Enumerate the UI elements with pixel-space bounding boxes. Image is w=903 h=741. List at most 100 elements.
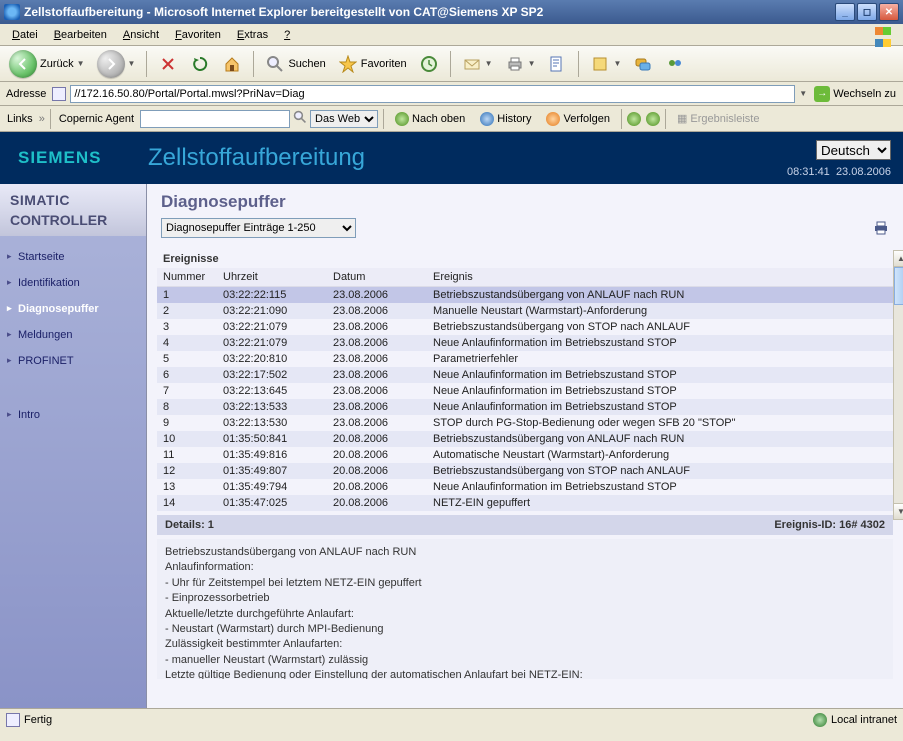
- siemens-header: SIEMENS Zellstoffaufbereitung Deutsch 08…: [0, 132, 903, 184]
- sidebar-item-intro[interactable]: Intro: [0, 402, 146, 428]
- address-bar: Adresse ▼ → Wechseln zu: [0, 82, 903, 106]
- nav-next-icon[interactable]: [646, 112, 660, 126]
- edit-button[interactable]: [542, 50, 572, 78]
- favorites-button[interactable]: Favoriten: [333, 50, 412, 78]
- table-row[interactable]: 1101:35:49:81620.08.2006Automatische Neu…: [157, 447, 893, 463]
- back-button[interactable]: Zurück ▼: [4, 50, 90, 78]
- table-row[interactable]: 903:22:13:53023.08.2006STOP durch PG-Sto…: [157, 415, 893, 431]
- copernic-label: Copernic Agent: [56, 113, 137, 125]
- history-button[interactable]: [414, 50, 444, 78]
- timestamp: 08:31:41 23.08.2006: [787, 166, 891, 178]
- sidebar-title2: CONTROLLER: [0, 212, 146, 236]
- col-ereignis[interactable]: Ereignis: [427, 268, 893, 287]
- table-row[interactable]: 603:22:17:50223.08.2006Neue Anlaufinform…: [157, 367, 893, 383]
- research-button[interactable]: ▼: [585, 50, 626, 78]
- clock-icon: [480, 112, 494, 126]
- window-title: Zellstoffaufbereitung - Microsoft Intern…: [24, 5, 833, 19]
- table-row[interactable]: 1301:35:49:79420.08.2006Neue Anlaufinfor…: [157, 479, 893, 495]
- col-uhrzeit[interactable]: Uhrzeit: [217, 268, 327, 287]
- stop-button[interactable]: [153, 50, 183, 78]
- table-row[interactable]: 1201:35:49:80720.08.2006Betriebszustands…: [157, 463, 893, 479]
- chevron-icon[interactable]: »: [39, 113, 45, 125]
- printer-icon: [505, 54, 525, 74]
- star-icon: [338, 54, 358, 74]
- menu-datei[interactable]: Datei: [4, 27, 46, 43]
- home-icon: [222, 54, 242, 74]
- links-label: Links: [4, 113, 36, 125]
- sidebar-item-diagnosepuffer[interactable]: Diagnosepuffer: [0, 296, 146, 322]
- sidebar-item-meldungen[interactable]: Meldungen: [0, 322, 146, 348]
- book-icon: [590, 54, 610, 74]
- go-button[interactable]: → Wechseln zu: [811, 86, 899, 102]
- entries-filter-select[interactable]: Diagnosepuffer Einträge 1-250: [161, 218, 356, 238]
- col-datum[interactable]: Datum: [327, 268, 427, 287]
- minimize-button[interactable]: _: [835, 3, 855, 21]
- mail-icon: [462, 54, 482, 74]
- history-button2[interactable]: History: [474, 108, 537, 130]
- menu-bearbeiten[interactable]: Bearbeiten: [46, 27, 115, 43]
- close-button[interactable]: ✕: [879, 3, 899, 21]
- verfolgen-button[interactable]: Verfolgen: [540, 108, 615, 130]
- table-row[interactable]: 1401:35:47:02520.08.2006NETZ-EIN gepuffe…: [157, 495, 893, 511]
- track-icon: [546, 112, 560, 126]
- language-select[interactable]: Deutsch: [816, 140, 891, 160]
- sidebar-title1: SIMATIC: [0, 184, 146, 212]
- windows-logo-icon: [875, 26, 899, 44]
- ergebnisleiste-button[interactable]: ▦Ergebnisleiste: [671, 108, 766, 130]
- go-icon: →: [814, 86, 830, 102]
- print-button[interactable]: ▼: [500, 50, 541, 78]
- sidebar-item-startseite[interactable]: Startseite: [0, 244, 146, 270]
- details-body: Betriebszustandsübergang von ANLAUF nach…: [157, 539, 893, 679]
- address-input[interactable]: [70, 85, 795, 103]
- copernic-search-input[interactable]: [140, 110, 290, 128]
- refresh-button[interactable]: [185, 50, 215, 78]
- table-row[interactable]: 1001:35:50:84120.08.2006Betriebszustands…: [157, 431, 893, 447]
- discuss-button[interactable]: [628, 50, 658, 78]
- sidebar-item-profinet[interactable]: PROFINET: [0, 348, 146, 374]
- search-icon: [265, 54, 285, 74]
- ie-icon: [4, 4, 20, 20]
- links-toolbar: Links » Copernic Agent Das Web Nach oben…: [0, 106, 903, 132]
- home-button[interactable]: [217, 50, 247, 78]
- edit-icon: [547, 54, 567, 74]
- scroll-thumb[interactable]: [894, 267, 903, 305]
- sidebar-item-identifikation[interactable]: Identifikation: [0, 270, 146, 296]
- nav-prev-icon[interactable]: [627, 112, 641, 126]
- forward-button[interactable]: ▼: [92, 50, 141, 78]
- page-body: SIMATIC CONTROLLER StartseiteIdentifikat…: [0, 184, 903, 708]
- menu-favoriten[interactable]: Favoriten: [167, 27, 229, 43]
- main-content: Diagnosepuffer Diagnosepuffer Einträge 1…: [147, 184, 903, 708]
- search-button[interactable]: Suchen: [260, 50, 330, 78]
- menu-extras[interactable]: Extras: [229, 27, 276, 43]
- table-row[interactable]: 803:22:13:53323.08.2006Neue Anlaufinform…: [157, 399, 893, 415]
- details-header: Details: 1 Ereignis-ID: 16# 4302: [157, 515, 893, 535]
- search-scope-select[interactable]: Das Web: [310, 110, 378, 128]
- stop-icon: [158, 54, 178, 74]
- table-row[interactable]: 703:22:13:64523.08.2006Neue Anlaufinform…: [157, 383, 893, 399]
- event-id-label: Ereignis-ID: 16# 4302: [774, 519, 885, 531]
- table-row[interactable]: 203:22:21:09023.08.2006Manuelle Neustart…: [157, 303, 893, 319]
- page-title: Zellstoffaufbereitung: [148, 144, 885, 172]
- mail-button[interactable]: ▼: [457, 50, 498, 78]
- menu-ansicht[interactable]: Ansicht: [115, 27, 167, 43]
- table-row[interactable]: 503:22:20:81023.08.2006Parametrierfehler: [157, 351, 893, 367]
- table-row[interactable]: 303:22:21:07923.08.2006Betriebszustandsü…: [157, 319, 893, 335]
- search-go-icon[interactable]: [293, 110, 307, 127]
- messenger-button[interactable]: [660, 50, 690, 78]
- page-icon: [52, 87, 66, 101]
- menu-?[interactable]: ?: [276, 27, 298, 43]
- table-scrollbar[interactable]: ▲ ▼: [893, 250, 903, 520]
- table-row[interactable]: 103:22:22:11523.08.2006Betriebszustandsü…: [157, 287, 893, 304]
- scroll-up-icon[interactable]: ▲: [894, 251, 903, 267]
- chevron-down-icon[interactable]: ▼: [799, 89, 807, 98]
- col-nummer[interactable]: Nummer: [157, 268, 217, 287]
- chevron-down-icon: ▼: [128, 59, 136, 68]
- forward-icon: [97, 50, 125, 78]
- table-row[interactable]: 403:22:21:07923.08.2006Neue Anlaufinform…: [157, 335, 893, 351]
- maximize-button[interactable]: ◻: [857, 3, 877, 21]
- nach-oben-button[interactable]: Nach oben: [389, 108, 471, 130]
- chat-icon: [633, 54, 653, 74]
- scroll-down-icon[interactable]: ▼: [894, 503, 903, 519]
- events-table-wrap: Ereignisse Nummer Uhrzeit Datum Ereignis…: [157, 250, 893, 511]
- printer-icon[interactable]: [873, 221, 889, 235]
